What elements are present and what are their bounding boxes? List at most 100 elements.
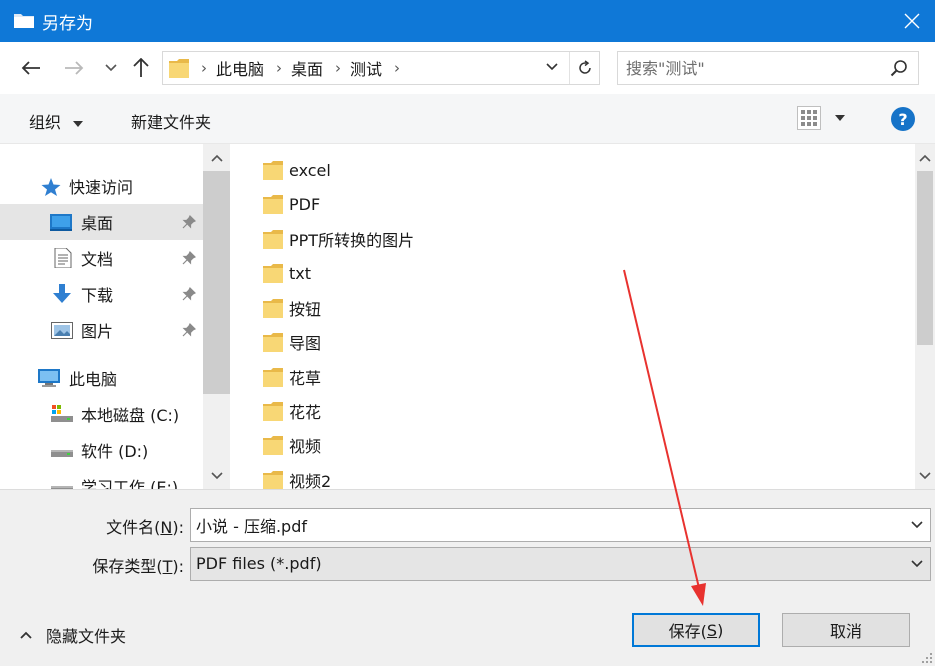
sidebar-item-pictures[interactable]: 图片 [0, 312, 203, 348]
refresh-button[interactable] [569, 52, 599, 84]
filename-input[interactable] [196, 514, 896, 536]
list-item[interactable]: 导图 [263, 326, 321, 358]
view-dropdown-icon[interactable] [834, 114, 846, 122]
arrow-up-icon [133, 58, 149, 77]
navigation-pane: 快速访问 桌面 文档 下载 图片 此电脑 本地磁盘 (C:) 软件 (D:) 学… [0, 144, 230, 489]
arrow-left-icon [21, 61, 40, 75]
breadcrumb-desktop[interactable]: 桌面 [291, 56, 323, 80]
view-options-icon[interactable] [797, 106, 821, 130]
scroll-down-button[interactable] [203, 462, 230, 489]
filename-combobox[interactable] [190, 508, 931, 542]
list-item[interactable]: 花草 [263, 361, 321, 393]
pin-icon[interactable] [182, 251, 196, 265]
scrollbar-thumb[interactable] [203, 171, 230, 394]
file-name: 按钮 [289, 300, 322, 319]
folder-icon [263, 471, 283, 489]
sidebar-item-drive-e[interactable]: 学习工作 (E:) [0, 468, 203, 489]
breadcrumb-test[interactable]: 测试 [350, 56, 382, 80]
scroll-down-button[interactable] [915, 462, 935, 489]
computer-icon [38, 369, 60, 387]
drive-icon [51, 486, 73, 489]
chevron-up-icon [20, 631, 32, 639]
hide-folders-toggle[interactable]: 隐藏文件夹 [20, 623, 126, 647]
breadcrumb-this-pc[interactable]: 此电脑 [216, 56, 264, 80]
new-folder-button[interactable]: 新建文件夹 [131, 109, 211, 133]
search-box[interactable] [617, 51, 919, 85]
forward-button[interactable] [61, 55, 87, 81]
pin-icon[interactable] [182, 287, 196, 301]
system-drive-icon [51, 405, 73, 422]
filename-label: 文件名(N): [106, 518, 184, 537]
breadcrumb-separator[interactable]: › [276, 59, 282, 77]
list-item[interactable]: 视频 [263, 429, 321, 461]
list-item[interactable]: txt [263, 257, 311, 289]
chevron-down-icon [911, 560, 923, 568]
file-name: PDF [289, 194, 321, 214]
file-name: PPT所转换的图片 [289, 231, 415, 250]
search-input[interactable] [626, 57, 881, 79]
file-name: 花花 [289, 403, 322, 422]
folder-icon [263, 195, 283, 214]
hide-folders-label: 隐藏文件夹 [46, 627, 127, 646]
sidebar-item-documents[interactable]: 文档 [0, 240, 203, 276]
list-item[interactable]: 花花 [263, 395, 321, 427]
window-title: 另存为 [42, 14, 93, 34]
sidebar-item-drive-d[interactable]: 软件 (D:) [0, 432, 203, 468]
folder-icon [14, 14, 34, 28]
search-icon[interactable] [890, 59, 908, 77]
pictures-icon [51, 322, 73, 339]
chevron-down-icon [919, 471, 931, 479]
recent-locations-button[interactable] [98, 55, 124, 81]
file-list-scrollbar[interactable] [915, 144, 935, 489]
resize-grip-icon[interactable] [921, 652, 933, 664]
chevron-up-icon [919, 154, 931, 162]
sidebar-item-label: 本地磁盘 (C:) [81, 406, 180, 425]
close-icon [904, 13, 920, 29]
sidebar-item-label: 桌面 [81, 214, 114, 233]
scroll-up-button[interactable] [915, 144, 935, 171]
drive-icon [51, 450, 73, 457]
sidebar-item-drive-c[interactable]: 本地磁盘 (C:) [0, 396, 203, 432]
filetype-select[interactable]: PDF files (*.pdf) [190, 547, 931, 581]
download-icon [53, 284, 71, 303]
sidebar-item-label: 文档 [81, 250, 114, 269]
organize-menu[interactable]: 组织 [29, 109, 84, 133]
navigation-scrollbar[interactable] [203, 144, 230, 489]
save-button[interactable]: 保存(S) [632, 613, 760, 647]
sidebar-item-quick-access[interactable]: 快速访问 [0, 168, 203, 204]
file-list: excel PDF PPT所转换的图片 txt 按钮 导图 花草 花花 视频 视… [230, 144, 915, 489]
list-item[interactable]: PPT所转换的图片 [263, 223, 414, 255]
sidebar-item-label: 图片 [81, 322, 114, 341]
address-dropdown-icon[interactable] [545, 60, 559, 74]
sidebar-item-downloads[interactable]: 下载 [0, 276, 203, 312]
folder-icon [263, 161, 283, 180]
folder-icon [263, 402, 283, 421]
address-bar[interactable]: › 此电脑 › 桌面 › 测试 › [162, 51, 600, 85]
scrollbar-thumb[interactable] [917, 171, 933, 345]
arrow-right-icon [65, 61, 84, 75]
breadcrumb-separator[interactable]: › [201, 59, 207, 77]
list-item[interactable]: PDF [263, 188, 320, 220]
breadcrumb-separator[interactable]: › [335, 59, 341, 77]
title-bar: 另存为 [0, 0, 935, 42]
pin-icon[interactable] [182, 215, 196, 229]
sidebar-item-this-pc[interactable]: 此电脑 [0, 360, 203, 396]
list-item[interactable]: 视频2 [263, 464, 331, 489]
sidebar-item-desktop[interactable]: 桌面 [0, 204, 203, 240]
chevron-down-icon [210, 471, 223, 479]
cancel-button[interactable]: 取消 [782, 613, 910, 647]
scroll-up-button[interactable] [203, 144, 230, 171]
up-button[interactable] [128, 55, 154, 81]
help-icon[interactable]: ? [891, 107, 915, 131]
chevron-down-icon[interactable] [910, 518, 924, 532]
sidebar-item-label: 学习工作 (E:) [81, 478, 179, 489]
star-icon [41, 178, 61, 196]
back-button[interactable] [18, 55, 44, 81]
filetype-value: PDF files (*.pdf) [196, 554, 322, 573]
breadcrumb-separator[interactable]: › [394, 59, 400, 77]
pin-icon[interactable] [182, 323, 196, 337]
list-item[interactable]: 按钮 [263, 292, 321, 324]
file-name: 导图 [289, 334, 322, 353]
list-item[interactable]: excel [263, 154, 331, 186]
close-button[interactable] [889, 0, 935, 42]
